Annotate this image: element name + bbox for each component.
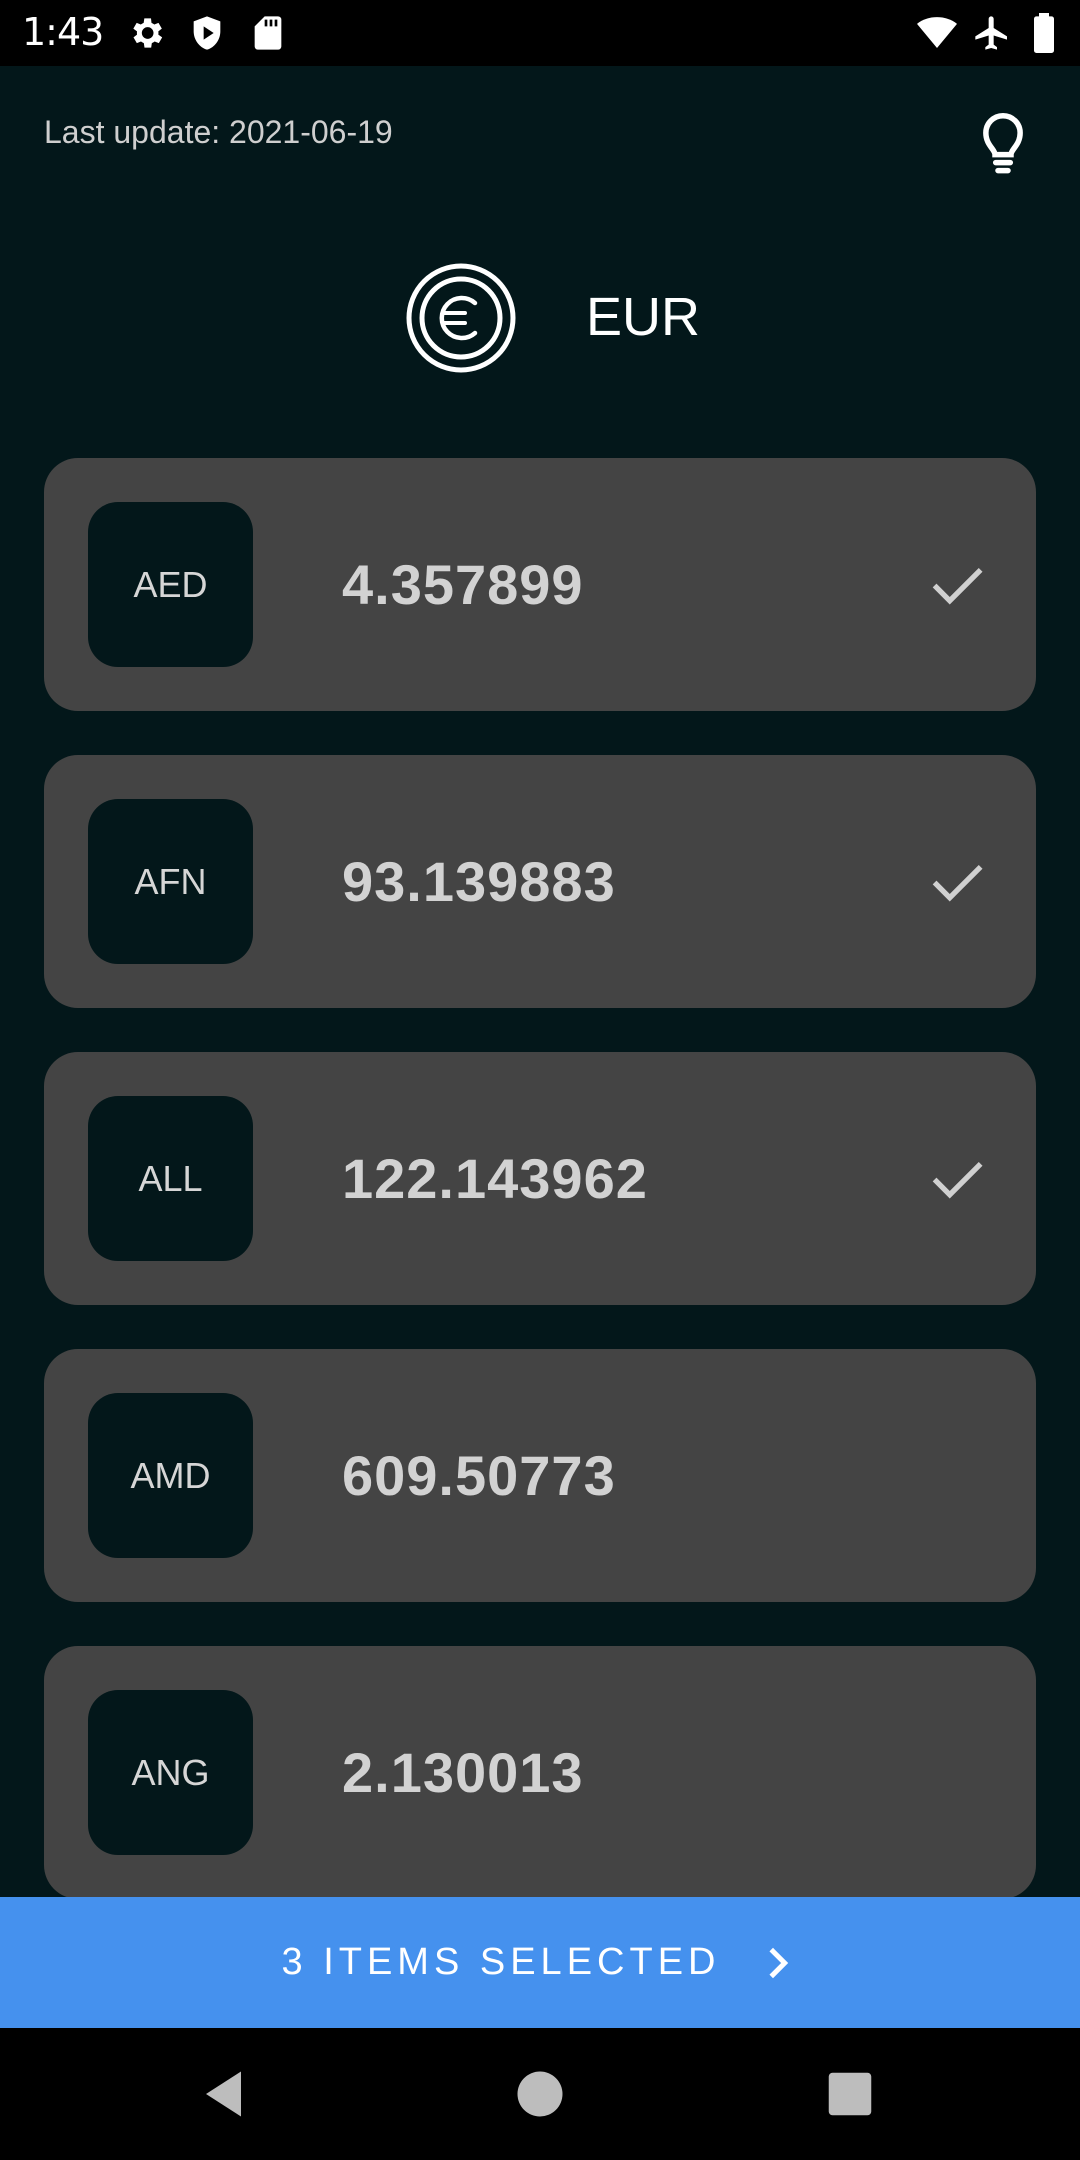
- currency-card[interactable]: AMD 609.50773: [44, 1349, 1036, 1602]
- last-update-label: Last update: 2021-06-19: [44, 114, 393, 150]
- currency-code-badge: AED: [88, 502, 253, 667]
- lightbulb-icon[interactable]: [975, 110, 1031, 174]
- currency-rate: 93.139883: [342, 850, 616, 913]
- euro-coin-icon: [406, 263, 516, 373]
- items-selected-label: 3 ITEMS SELECTED: [281, 1941, 721, 1983]
- currency-code-badge: ANG: [88, 1690, 253, 1855]
- status-time: 1:43: [22, 10, 104, 54]
- base-currency[interactable]: EUR: [0, 262, 1080, 382]
- currency-card[interactable]: AFN 93.139883: [44, 755, 1036, 1008]
- currency-card[interactable]: ANG 2.130013: [44, 1646, 1036, 1899]
- currency-rate: 609.50773: [342, 1444, 616, 1507]
- back-icon[interactable]: [196, 2064, 256, 2124]
- airplane-icon: [975, 16, 1007, 50]
- gear-icon: [133, 18, 163, 48]
- battery-icon: [1034, 13, 1054, 53]
- currency-rate: 4.357899: [342, 553, 584, 616]
- currency-code-badge: AMD: [88, 1393, 253, 1558]
- sd-card-icon: [254, 16, 282, 50]
- system-nav-bar: [0, 2028, 1080, 2160]
- wifi-icon: [917, 17, 957, 48]
- home-icon[interactable]: [510, 2064, 570, 2124]
- currency-card[interactable]: ALL 122.143962: [44, 1052, 1036, 1305]
- app-content: Last update: 2021-06-19 EUR AED 4.357899…: [0, 66, 1080, 2028]
- check-icon: [932, 567, 983, 605]
- base-currency-code: EUR: [586, 287, 701, 347]
- currency-code-badge: AFN: [88, 799, 253, 964]
- recents-icon[interactable]: [820, 2064, 880, 2124]
- shield-play-icon: [193, 16, 221, 50]
- currency-rate: 2.130013: [342, 1741, 584, 1804]
- chevron-right-icon: [769, 1947, 789, 1978]
- status-bar: 1:43: [0, 0, 1080, 66]
- currency-rate: 122.143962: [342, 1147, 648, 1210]
- items-selected-button[interactable]: 3 ITEMS SELECTED: [0, 1897, 1080, 2028]
- check-icon: [932, 864, 983, 902]
- currency-card[interactable]: AED 4.357899: [44, 458, 1036, 711]
- currency-code-badge: ALL: [88, 1096, 253, 1261]
- check-icon: [932, 1161, 983, 1199]
